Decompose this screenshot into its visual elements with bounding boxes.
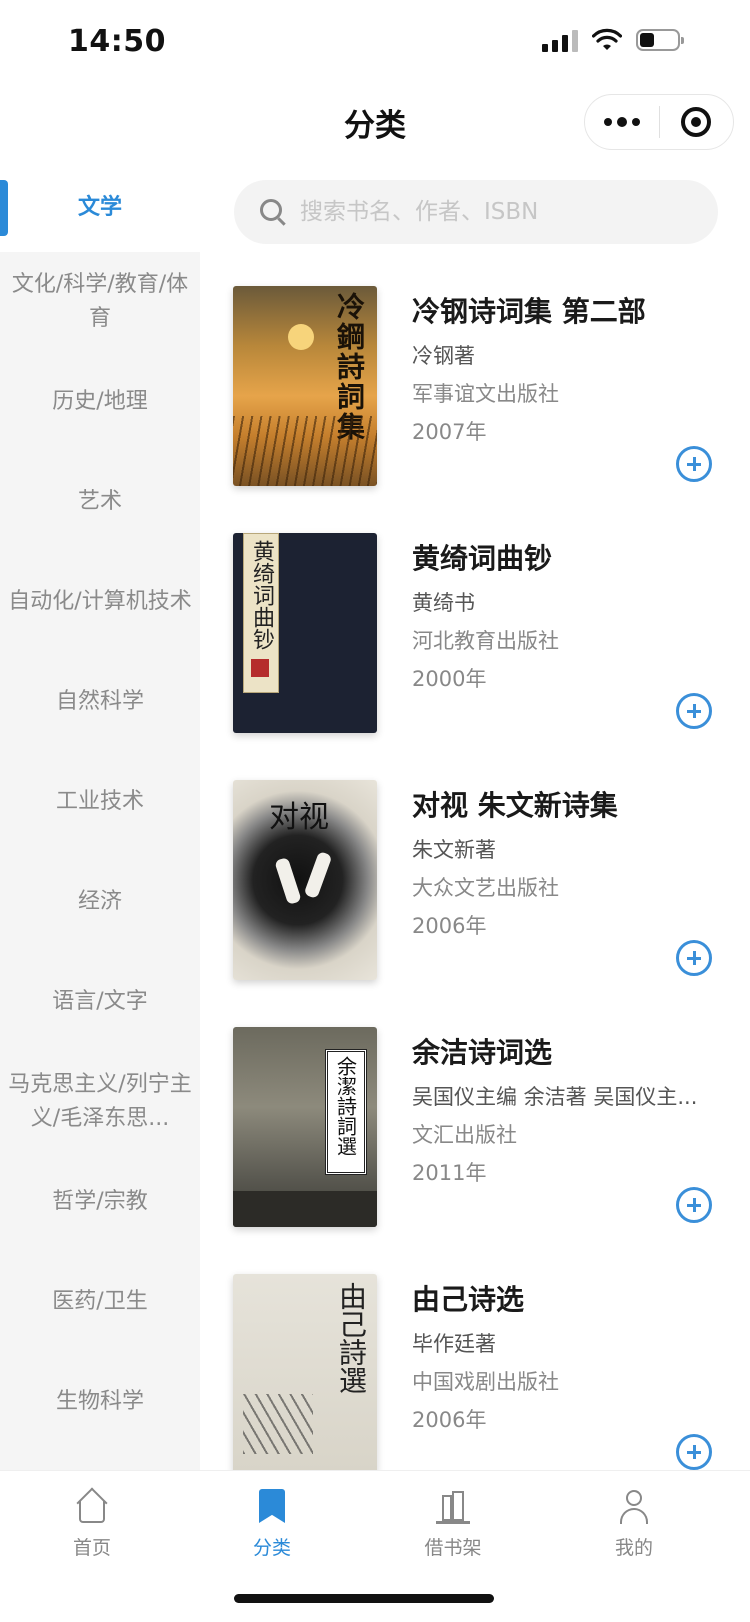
tab-bookshelf[interactable]: 借书架	[403, 1489, 503, 1560]
book-publisher: 大众文艺出版社	[412, 876, 559, 900]
book-title[interactable]: 黄绮词曲钞	[412, 537, 552, 577]
search-bar[interactable]	[234, 180, 718, 244]
book-author: 朱文新著	[412, 838, 496, 862]
add-to-shelf-button[interactable]	[676, 693, 712, 729]
sidebar-item-industrial-technology[interactable]: 工业技术	[0, 752, 200, 852]
add-to-shelf-button[interactable]	[676, 446, 712, 482]
sidebar-item-automation-computing[interactable]: 自动化/计算机技术	[0, 552, 200, 652]
more-icon[interactable]	[585, 95, 659, 149]
home-icon	[75, 1487, 109, 1525]
book-cover[interactable]: 对视	[233, 780, 377, 980]
cover-seal	[251, 659, 269, 677]
search-icon	[260, 199, 286, 226]
tab-label: 分类	[252, 1537, 291, 1559]
close-target-icon[interactable]	[660, 95, 734, 149]
book-title[interactable]: 由己诗选	[412, 1278, 524, 1318]
cover-plate: 余潔詩詞選	[325, 1049, 367, 1175]
book-cover[interactable]: 冷鋼詩詞集	[233, 286, 377, 486]
book-item[interactable]: 冷鋼詩詞集 冷钢诗词集 第二部 冷钢著 军事谊文出版社 2007年	[200, 260, 750, 507]
tab-label: 我的	[614, 1537, 653, 1559]
book-item[interactable]: 由己詩選 由己诗选 毕作廷著 中国戏剧出版社 2006年	[200, 1248, 750, 1470]
sidebar-item-economics[interactable]: 经济	[0, 852, 200, 952]
sidebar-item-marxism[interactable]: 马克思主义/列宁主义/毛泽东思...	[0, 1052, 200, 1152]
cover-sun	[288, 324, 314, 350]
status-icons	[542, 28, 684, 52]
battery-icon	[636, 29, 684, 51]
cover-title-text: 对视	[269, 800, 329, 835]
cover-title-text: 黄绮词曲钞	[249, 540, 274, 650]
cover-figure	[303, 850, 333, 900]
book-title[interactable]: 余洁诗词选	[412, 1031, 552, 1071]
book-year: 2006年	[412, 1408, 487, 1432]
sidebar-item-language[interactable]: 语言/文字	[0, 952, 200, 1052]
category-sidebar: 文学 文化/科学/教育/体育 历史/地理 艺术 自动化/计算机技术 自然科学 工…	[0, 164, 200, 1470]
add-to-shelf-button[interactable]	[676, 1187, 712, 1223]
tab-profile[interactable]: 我的	[584, 1489, 684, 1560]
sidebar-item-philosophy-religion[interactable]: 哲学/宗教	[0, 1152, 200, 1252]
book-item[interactable]: 黄绮词曲钞 黄绮词曲钞 黄绮书 河北教育出版社 2000年	[200, 507, 750, 754]
add-to-shelf-button[interactable]	[676, 1434, 712, 1470]
book-author: 毕作廷著	[412, 1332, 496, 1356]
sidebar-item-culture-science-education[interactable]: 文化/科学/教育/体育	[0, 252, 200, 352]
sidebar-item-art[interactable]: 艺术	[0, 452, 200, 552]
signal-icon	[542, 28, 578, 52]
book-author: 冷钢著	[412, 344, 475, 368]
book-author: 黄绮书	[412, 591, 475, 615]
book-year: 2007年	[412, 420, 487, 444]
cover-title-text: 余潔詩詞選	[333, 1056, 358, 1156]
cover-roof	[233, 1191, 377, 1227]
sidebar-item-natural-science[interactable]: 自然科学	[0, 652, 200, 752]
book-item[interactable]: 对视 对视 朱文新诗集 朱文新著 大众文艺出版社 2006年	[200, 754, 750, 1001]
bookmark-icon	[255, 1489, 289, 1525]
status-time: 14:50	[68, 24, 166, 59]
cover-grass	[233, 416, 377, 486]
user-icon	[617, 1489, 651, 1525]
add-to-shelf-button[interactable]	[676, 940, 712, 976]
sidebar-item-literature[interactable]: 文学	[0, 164, 200, 252]
tab-category[interactable]: 分类	[222, 1489, 322, 1560]
book-cover[interactable]: 黄绮词曲钞	[233, 533, 377, 733]
wifi-icon	[592, 28, 622, 50]
home-indicator	[234, 1594, 494, 1603]
book-publisher: 中国戏剧出版社	[412, 1370, 559, 1394]
book-author: 吴国仪主编 余洁著 吴国仪主...	[412, 1085, 698, 1109]
sidebar-item-history-geography[interactable]: 历史/地理	[0, 352, 200, 452]
book-publisher: 河北教育出版社	[412, 629, 559, 653]
book-year: 2000年	[412, 667, 487, 691]
book-cover[interactable]: 余潔詩詞選	[233, 1027, 377, 1227]
cover-figure	[274, 856, 302, 906]
tab-label: 借书架	[424, 1537, 482, 1559]
nav-bar: 分类	[0, 86, 750, 176]
book-cover[interactable]: 由己詩選	[233, 1274, 377, 1470]
search-input[interactable]	[300, 199, 700, 225]
mini-program-capsule	[584, 94, 734, 150]
book-list: 冷鋼詩詞集 冷钢诗词集 第二部 冷钢著 军事谊文出版社 2007年 黄绮词曲钞 …	[200, 260, 750, 1470]
book-publisher: 军事谊文出版社	[412, 382, 559, 406]
tab-home[interactable]: 首页	[42, 1487, 142, 1560]
bookshelf-icon	[436, 1489, 470, 1525]
book-year: 2006年	[412, 914, 487, 938]
book-publisher: 文汇出版社	[412, 1123, 517, 1147]
book-year: 2011年	[412, 1161, 487, 1185]
sidebar-item-medicine-health[interactable]: 医药/卫生	[0, 1252, 200, 1352]
cover-bamboo	[243, 1394, 313, 1454]
book-title[interactable]: 对视 朱文新诗集	[412, 784, 618, 824]
tab-label: 首页	[72, 1537, 111, 1559]
sidebar-item-biology[interactable]: 生物科学	[0, 1352, 200, 1452]
status-bar: 14:50	[0, 0, 750, 86]
book-item[interactable]: 余潔詩詞選 余洁诗词选 吴国仪主编 余洁著 吴国仪主... 文汇出版社 2011…	[200, 1001, 750, 1248]
cover-title-text: 由己詩選	[335, 1282, 368, 1394]
book-title[interactable]: 冷钢诗词集 第二部	[412, 290, 646, 330]
